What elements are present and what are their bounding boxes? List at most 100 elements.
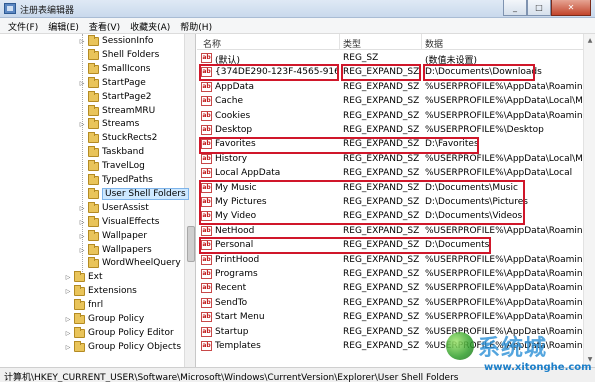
expand-arrow-icon[interactable]: ▷	[78, 247, 86, 255]
maximize-button[interactable]: □	[527, 0, 551, 16]
tree-node-label[interactable]: StuckRects2	[102, 133, 157, 143]
registry-value-row[interactable]: ab My Video REG_EXPAND_SZ D:\Documents\Vide…	[197, 209, 595, 223]
tree-node-label[interactable]: Group Policy Objects	[88, 342, 181, 352]
tree-node-label[interactable]: StreamMRU	[102, 106, 155, 116]
registry-value-row[interactable]: ab NetHood REG_EXPAND_SZ %USERPROFILE%\AppD…	[197, 224, 595, 238]
expand-arrow-icon[interactable]: ▷	[64, 344, 72, 352]
column-header-type[interactable]: 类型	[343, 37, 361, 50]
menu-file[interactable]: 文件(F)	[4, 18, 44, 33]
tree-node[interactable]: ▷ Extensions	[0, 285, 184, 299]
registry-value-row[interactable]: ab Cache REG_EXPAND_SZ %USERPROFILE%\AppDat…	[197, 94, 595, 108]
registry-value-row[interactable]: ab Favorites REG_EXPAND_SZ D:\Favorites	[197, 137, 595, 151]
tree-node-label[interactable]: TypedPaths	[102, 175, 153, 185]
tree-scroll-thumb[interactable]	[187, 226, 195, 262]
expand-arrow-icon[interactable]: ▷	[78, 205, 86, 213]
tree-node-label[interactable]: User Shell Folders	[102, 187, 189, 200]
values-list[interactable]: 名称 类型 数据 ab (默认) REG_SZ (数值未设置) ab {374DE290-…	[197, 34, 595, 367]
column-divider[interactable]	[421, 34, 422, 50]
menu-edit[interactable]: 编辑(E)	[44, 18, 85, 33]
expand-arrow-icon[interactable]: ▷	[78, 80, 86, 88]
tree-node[interactable]: ▷ Group Policy	[0, 313, 184, 327]
tree-node[interactable]: StreamMRU	[0, 104, 184, 119]
column-header-data[interactable]: 数据	[425, 37, 443, 50]
registry-value-row[interactable]: ab SendTo REG_EXPAND_SZ %USERPROFILE%\AppDa…	[197, 296, 595, 310]
expand-arrow-icon[interactable]: ▷	[78, 219, 86, 227]
tree-node-label[interactable]: StartPage	[102, 78, 146, 88]
tree-node[interactable]: ▷ VisualEffects	[0, 215, 184, 230]
expand-arrow-icon[interactable]: ▷	[64, 274, 72, 282]
column-header-name[interactable]: 名称	[203, 37, 221, 50]
registry-value-row[interactable]: ab Cookies REG_EXPAND_SZ %USERPROFILE%\AppD…	[197, 109, 595, 123]
tree-scrollbar[interactable]	[184, 34, 195, 367]
tree-node[interactable]: TravelLog	[0, 160, 184, 174]
tree-node[interactable]: SmallIcons	[0, 62, 184, 77]
tree-node-label[interactable]: Taskband	[102, 147, 144, 157]
registry-value-row[interactable]: ab My Pictures REG_EXPAND_SZ D:\Documents\P…	[197, 195, 595, 209]
tree-node[interactable]: TypedPaths	[0, 174, 184, 188]
column-divider[interactable]	[339, 34, 340, 50]
tree-node-label[interactable]: Group Policy	[88, 314, 144, 324]
registry-value-row[interactable]: ab Local AppData REG_EXPAND_SZ %USERPROFILE…	[197, 166, 595, 180]
tree-node-label[interactable]: Group Policy Editor	[88, 328, 174, 338]
expand-arrow-icon[interactable]: ▷	[64, 316, 72, 324]
menu-view[interactable]: 查看(V)	[85, 18, 126, 33]
registry-value-row[interactable]: ab{374DE290-123F-4565-9164-... REG_EXPAND…	[197, 65, 595, 79]
tree-node[interactable]: ▷ Wallpaper	[0, 229, 184, 244]
tree-node[interactable]: Shell Folders	[0, 48, 184, 63]
folder-icon	[88, 118, 99, 130]
tree-node-label[interactable]: Wallpapers	[102, 245, 152, 255]
expand-arrow-icon[interactable]: ▷	[64, 330, 72, 338]
tree-node-label[interactable]: StartPage2	[102, 92, 152, 102]
scroll-down-icon[interactable]: ▼	[586, 356, 594, 364]
registry-tree[interactable]: ▷ SessionInfo Shell Folders SmallIcons ▷ Star…	[0, 34, 196, 367]
tree-node-label[interactable]: SessionInfo	[102, 36, 153, 46]
tree-node-label[interactable]: fnrl	[88, 300, 103, 310]
tree-node-label[interactable]: SmallIcons	[102, 64, 151, 74]
tree-node-label[interactable]: WordWheelQuery	[102, 258, 181, 268]
registry-value-row[interactable]: ab PrintHood REG_EXPAND_SZ %USERPROFILE%\Ap…	[197, 253, 595, 267]
registry-value-row[interactable]: ab Recent REG_EXPAND_SZ %USERPROFILE%\AppDa…	[197, 281, 595, 295]
scroll-up-icon[interactable]: ▲	[586, 37, 594, 45]
tree-node[interactable]: ▷ SessionInfo	[0, 35, 184, 49]
tree-node[interactable]: ▷ Group Policy Objects	[0, 340, 184, 355]
tree-node[interactable]: StartPage2	[0, 90, 184, 105]
tree-node[interactable]: User Shell Folders	[0, 187, 189, 202]
tree-node-label[interactable]: Wallpaper	[102, 231, 147, 241]
registry-value-row[interactable]: ab My Music REG_EXPAND_SZ D:\Documents\Musi…	[197, 181, 595, 195]
registry-value-row[interactable]: ab (默认) REG_SZ (数值未设置)	[197, 51, 595, 66]
menu-help[interactable]: 帮助(H)	[176, 18, 218, 33]
registry-value-row[interactable]: ab History REG_EXPAND_SZ %USERPROFILE%\AppD…	[197, 152, 595, 166]
tree-node-label[interactable]: TravelLog	[102, 161, 145, 171]
expand-arrow-icon[interactable]: ▷	[78, 38, 86, 46]
minimize-button[interactable]: _	[503, 0, 527, 16]
registry-value-row[interactable]: ab AppData REG_EXPAND_SZ %USERPROFILE%\AppD…	[197, 80, 595, 94]
tree-node[interactable]: StuckRects2	[0, 132, 184, 146]
registry-value-row[interactable]: ab Personal REG_EXPAND_SZ D:\Documents	[197, 238, 595, 252]
registry-value-row[interactable]: ab Start Menu REG_EXPAND_SZ %USERPROFILE%\A…	[197, 310, 595, 324]
expand-arrow-icon[interactable]: ▷	[64, 288, 72, 296]
menu-favorites[interactable]: 收藏夹(A)	[126, 18, 176, 33]
tree-node[interactable]: ▷ Streams	[0, 118, 184, 132]
tree-node-label[interactable]: Extensions	[88, 286, 137, 296]
tree-node[interactable]: WordWheelQuery	[0, 257, 184, 271]
tree-node[interactable]: ▷ UserAssist	[0, 201, 184, 216]
tree-node-label[interactable]: VisualEffects	[102, 217, 159, 227]
tree-node[interactable]: ▷ Wallpapers	[0, 243, 184, 258]
registry-value-row[interactable]: ab Programs REG_EXPAND_SZ %USERPROFILE%\App…	[197, 267, 595, 281]
expand-arrow-icon[interactable]: ▷	[78, 121, 86, 129]
tree-node-label[interactable]: UserAssist	[102, 203, 149, 213]
tree-node-label[interactable]: Streams	[102, 119, 139, 129]
registry-value-row[interactable]: ab Templates REG_EXPAND_SZ %USERPROFILE%\Ap…	[197, 339, 595, 353]
tree-node[interactable]: ▷ Ext	[0, 271, 184, 285]
tree-node[interactable]: ▷ StartPage	[0, 76, 184, 91]
close-button[interactable]: ✕	[551, 0, 591, 16]
registry-value-row[interactable]: ab Startup REG_EXPAND_SZ %USERPROFILE%\AppD…	[197, 325, 595, 339]
tree-node[interactable]: ▷ Group Policy Editor	[0, 326, 184, 341]
tree-node-label[interactable]: Ext	[88, 272, 103, 282]
expand-arrow-icon[interactable]: ▷	[78, 233, 86, 241]
list-scrollbar[interactable]: ▲ ▼	[583, 34, 595, 367]
tree-node[interactable]: Taskband	[0, 146, 184, 160]
tree-node[interactable]: fnrl	[0, 299, 184, 313]
tree-node-label[interactable]: Shell Folders	[102, 50, 159, 60]
registry-value-row[interactable]: ab Desktop REG_EXPAND_SZ %USERPROFILE%\Desk…	[197, 123, 595, 137]
